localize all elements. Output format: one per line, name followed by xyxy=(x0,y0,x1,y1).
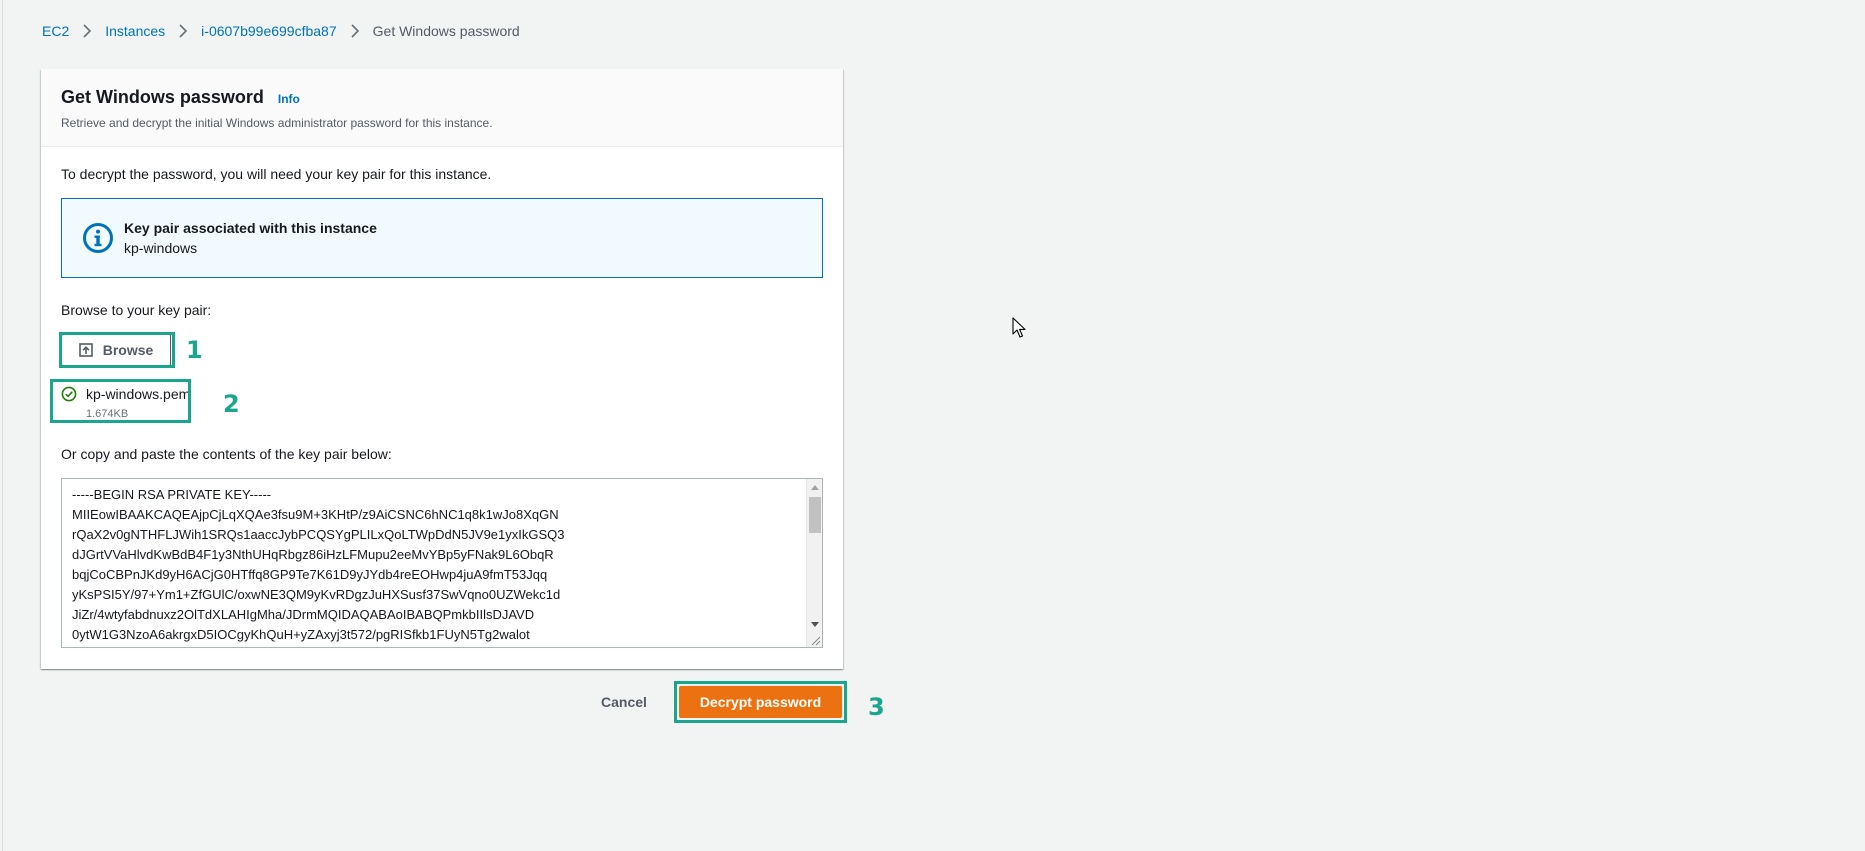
selected-file-token: kp-windows.pem 1.674KB xyxy=(61,384,190,422)
paste-label: Or copy and paste the contents of the ke… xyxy=(61,446,392,462)
step-number-1: 1 xyxy=(186,336,203,364)
cancel-button[interactable]: Cancel xyxy=(591,686,657,718)
mouse-cursor-icon xyxy=(1012,317,1026,338)
browse-button-label: Browse xyxy=(102,342,154,358)
key-pair-textarea-container: -----BEGIN RSA PRIVATE KEY----- MIIEowIB… xyxy=(61,478,823,648)
step-number-3: 3 xyxy=(868,693,885,721)
textarea-scrollbar[interactable] xyxy=(806,479,822,647)
decrypt-password-button[interactable]: Decrypt password xyxy=(679,686,842,718)
info-link[interactable]: Info xyxy=(278,92,300,106)
key-pair-alert: Key pair associated with this instance k… xyxy=(61,198,823,278)
panel-body: To decrypt the password, you will need y… xyxy=(41,147,843,648)
browse-row: Browse 1 xyxy=(59,332,823,370)
step-number-2: 2 xyxy=(223,390,240,418)
scroll-up-icon[interactable] xyxy=(811,485,819,490)
alert-content: Key pair associated with this instance k… xyxy=(124,218,377,258)
info-circle-icon xyxy=(83,223,113,253)
file-name: kp-windows.pem xyxy=(86,386,191,402)
chevron-right-icon xyxy=(350,24,360,38)
chevron-right-icon xyxy=(178,24,188,38)
get-windows-password-panel: Get Windows password Info Retrieve and d… xyxy=(41,69,843,669)
page-title: Get Windows password xyxy=(61,87,264,107)
breadcrumb: EC2 Instances i-0607b99e699cfba87 Get Wi… xyxy=(42,21,520,41)
alert-title: Key pair associated with this instance xyxy=(124,220,377,236)
panel-title-row: Get Windows password Info xyxy=(61,86,823,108)
file-size: 1.674KB xyxy=(86,408,129,420)
file-info: kp-windows.pem 1.674KB xyxy=(86,384,190,422)
resize-grip-icon[interactable] xyxy=(809,634,821,646)
panel-description: Retrieve and decrypt the initial Windows… xyxy=(61,116,493,130)
selected-file-row: kp-windows.pem 1.674KB 2 xyxy=(50,379,823,428)
scroll-thumb[interactable] xyxy=(809,497,821,533)
browse-label: Browse to your key pair: xyxy=(61,302,212,318)
panel-header: Get Windows password Info Retrieve and d… xyxy=(41,69,843,147)
footer-actions: Cancel Decrypt password 3 xyxy=(0,681,1865,726)
breadcrumb-instance-id[interactable]: i-0607b99e699cfba87 xyxy=(201,21,336,41)
intro-text: To decrypt the password, you will need y… xyxy=(61,166,492,182)
check-circle-icon xyxy=(61,386,77,402)
key-pair-textarea[interactable]: -----BEGIN RSA PRIVATE KEY----- MIIEowIB… xyxy=(62,479,822,647)
breadcrumb-current: Get Windows password xyxy=(372,23,520,39)
alert-key-pair-name: kp-windows xyxy=(124,240,198,256)
upload-icon xyxy=(78,343,93,357)
breadcrumb-instances[interactable]: Instances xyxy=(105,21,165,41)
scroll-down-icon[interactable] xyxy=(811,622,819,627)
breadcrumb-ec2[interactable]: EC2 xyxy=(42,21,69,41)
chevron-right-icon xyxy=(82,24,92,38)
browse-button[interactable]: Browse xyxy=(61,334,171,366)
